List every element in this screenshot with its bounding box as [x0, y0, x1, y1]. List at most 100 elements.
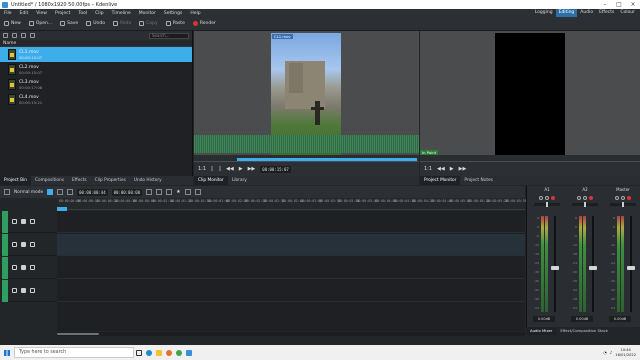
copy-button[interactable]: Copy	[135, 21, 161, 26]
project-monitor-frame[interactable]	[495, 33, 565, 155]
track-a1[interactable]	[57, 257, 525, 279]
menu-timeline[interactable]: Timeline	[108, 11, 135, 16]
lock-icon[interactable]	[12, 265, 17, 270]
chrome-icon[interactable]	[174, 345, 184, 360]
set-in-icon[interactable]: ⟦	[211, 166, 213, 172]
menu-tool[interactable]: Tool	[74, 11, 91, 16]
kdenlive-taskbar-icon[interactable]	[184, 345, 194, 360]
solo-icon[interactable]	[545, 195, 549, 200]
menu-settings[interactable]: Settings	[160, 11, 186, 16]
volume-fader-knob[interactable]	[589, 265, 597, 270]
db-value[interactable]: 0.00dB	[609, 316, 631, 322]
tab-project-notes[interactable]: Project Notes	[460, 176, 496, 185]
mute-icon[interactable]	[615, 195, 619, 200]
volume-icon[interactable]: ♪	[610, 350, 613, 355]
mute-icon[interactable]	[21, 265, 26, 270]
track-a2[interactable]	[57, 280, 525, 302]
proj-play-icon[interactable]: ▶	[450, 166, 454, 172]
proj-forward-icon[interactable]: ▶▶	[459, 166, 467, 172]
clock[interactable]: 10:44 16/01/2022	[615, 348, 636, 357]
edit-mode-select[interactable]: Normal mode	[14, 190, 43, 195]
render-button[interactable]: Render	[189, 21, 220, 26]
set-out-icon[interactable]: ⟧	[219, 166, 221, 172]
db-value[interactable]: 0.00dB	[533, 316, 555, 322]
razor-tool-icon[interactable]	[57, 189, 64, 195]
close-icon[interactable]: ×	[626, 0, 640, 9]
tab-undo-history[interactable]: Undo History	[130, 176, 166, 185]
track-header-a2[interactable]	[0, 279, 57, 302]
paste-button[interactable]: Paste	[162, 21, 189, 26]
tab-clip-properties[interactable]: Clip Properties	[91, 176, 130, 185]
workspace-audio[interactable]: Audio	[577, 9, 596, 17]
menu-clip[interactable]: Clip	[91, 11, 108, 16]
maximize-icon[interactable]: □	[612, 0, 626, 9]
volume-fader-track[interactable]	[592, 216, 594, 312]
explorer-icon[interactable]	[154, 345, 164, 360]
insert-icon[interactable]	[166, 189, 173, 195]
firefox-icon[interactable]	[164, 345, 174, 360]
timeline-scrollbar[interactable]	[57, 332, 525, 336]
tab-clip-monitor[interactable]: Clip Monitor	[194, 176, 228, 185]
track-v1[interactable]	[57, 234, 525, 256]
timeline-tracks[interactable]	[57, 211, 525, 331]
bin-filter-icon[interactable]	[30, 33, 35, 38]
project-monitor-ruler[interactable]	[420, 155, 640, 161]
workspace-editing[interactable]: Editing	[555, 9, 578, 17]
zoom-out-icon[interactable]	[184, 189, 191, 195]
edge-icon[interactable]	[144, 345, 154, 360]
rewind-icon[interactable]: ◀◀	[226, 166, 234, 172]
new-button[interactable]: New	[0, 21, 25, 26]
solo-icon[interactable]	[621, 195, 625, 200]
save-button[interactable]: Save	[56, 21, 82, 26]
bin-search-input[interactable]: Search...	[149, 32, 189, 39]
effect-icon[interactable]	[30, 288, 35, 293]
video-toggle-icon[interactable]	[21, 242, 26, 247]
db-value[interactable]: 0.00dB	[571, 316, 593, 322]
bin-clip-cl2[interactable]: CL2.mov 00:00:15:07	[0, 62, 192, 77]
volume-fader-track[interactable]	[630, 216, 632, 312]
effect-icon[interactable]	[30, 265, 35, 270]
play-icon[interactable]: ▶	[239, 166, 243, 172]
mute-icon[interactable]	[539, 195, 543, 200]
network-icon[interactable]: ◔	[603, 350, 607, 355]
workspace-logging[interactable]: Logging	[532, 9, 556, 17]
track-header-v2[interactable]	[0, 210, 57, 233]
lock-icon[interactable]	[12, 242, 17, 247]
minimize-icon[interactable]: –	[598, 0, 612, 9]
clip-timecode[interactable]: 00:00:15:07	[260, 165, 291, 173]
menu-view[interactable]: View	[32, 11, 51, 16]
volume-fader-track[interactable]	[554, 216, 556, 312]
tab-compositions[interactable]: Compositions	[31, 176, 68, 185]
bin-clip-cl4[interactable]: CL4.mov 00:00:15:21	[0, 92, 192, 107]
tab-library[interactable]: Library	[228, 176, 251, 185]
spacer-tool-icon[interactable]	[67, 189, 74, 195]
add-folder-icon[interactable]	[12, 33, 17, 38]
clip-zoom[interactable]: 1:1	[198, 166, 206, 172]
selection-tool-icon[interactable]	[47, 189, 54, 195]
mute-icon[interactable]	[21, 288, 26, 293]
undo-button[interactable]: Undo	[82, 21, 109, 26]
record-icon[interactable]	[627, 195, 631, 200]
timeline-ruler[interactable]: 00:00:00:00 00:00:00:12 00:00:00:24 00:00:0…	[57, 198, 527, 210]
proj-rewind-icon[interactable]: ◀◀	[437, 166, 445, 172]
bin-clip-cl1[interactable]: CL1.mov 00:00:15:07	[0, 47, 192, 62]
project-zoom[interactable]: 1:1	[424, 166, 432, 172]
menu-help[interactable]: Help	[186, 11, 204, 16]
record-icon[interactable]	[589, 195, 593, 200]
lift-icon[interactable]	[146, 189, 153, 195]
mute-icon[interactable]	[577, 195, 581, 200]
timeline-position[interactable]: 00:00:00:44	[77, 188, 108, 196]
volume-fader-knob[interactable]	[551, 265, 559, 270]
effect-icon[interactable]	[30, 242, 35, 247]
tab-project-monitor[interactable]: Project Monitor	[420, 176, 461, 185]
menu-edit[interactable]: Edit	[16, 11, 33, 16]
timeline-duration[interactable]: 00:00:00:00	[111, 188, 143, 196]
task-view-icon[interactable]	[134, 345, 144, 360]
menu-project[interactable]: Project	[51, 11, 74, 16]
redo-button[interactable]: Redo	[109, 21, 135, 26]
video-toggle-icon[interactable]	[21, 219, 26, 224]
scrollbar-handle[interactable]	[57, 333, 99, 335]
tab-project-bin[interactable]: Project Bin	[0, 176, 31, 185]
record-icon[interactable]	[551, 195, 555, 200]
pan-slider[interactable]	[534, 202, 560, 207]
